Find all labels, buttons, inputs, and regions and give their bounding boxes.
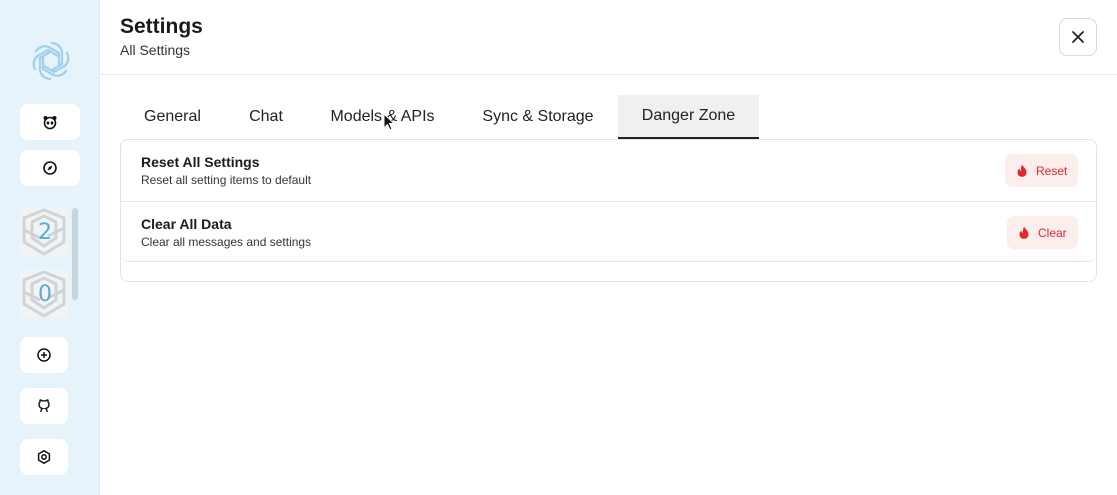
reset-button-label: Reset bbox=[1036, 163, 1068, 178]
fire-icon bbox=[1019, 226, 1029, 239]
reset-button[interactable]: Reset bbox=[1005, 154, 1079, 187]
sidebar-scrollbar[interactable] bbox=[72, 208, 78, 300]
list-item: Reset All Settings Reset all setting ite… bbox=[121, 140, 1096, 201]
page-title: Settings bbox=[120, 15, 203, 38]
chat-session-avatar[interactable]: 2 bbox=[20, 208, 68, 256]
danger-zone-panel: Reset All Settings Reset all setting ite… bbox=[120, 139, 1097, 282]
setting-title: Clear All Data bbox=[141, 216, 232, 232]
close-button[interactable] bbox=[1059, 18, 1097, 56]
github-button[interactable] bbox=[20, 388, 68, 424]
setting-title: Reset All Settings bbox=[141, 154, 260, 170]
github-icon bbox=[38, 399, 50, 413]
tab-chat[interactable]: Chat bbox=[225, 95, 307, 139]
danger-zone-list: Reset All Settings Reset all setting ite… bbox=[121, 140, 1096, 262]
page-subtitle: All Settings bbox=[120, 42, 191, 58]
settings-header: Settings All Settings bbox=[100, 0, 1117, 75]
setting-description: Reset all setting items to default bbox=[141, 173, 312, 187]
session-count: 2 bbox=[38, 220, 52, 245]
session-count: 0 bbox=[38, 282, 52, 307]
close-icon bbox=[1072, 31, 1084, 43]
setting-description: Clear all messages and settings bbox=[141, 235, 312, 249]
settings-tabs: General Chat Models & APIs Sync & Storag… bbox=[120, 95, 1097, 139]
openai-logo-icon bbox=[32, 41, 70, 81]
settings-button[interactable] bbox=[20, 439, 68, 475]
mouse-cursor-icon bbox=[383, 113, 395, 131]
discover-assistant-button[interactable] bbox=[20, 104, 80, 140]
compass-icon bbox=[43, 161, 57, 175]
sidebar: 2 0 bbox=[0, 0, 100, 495]
fire-icon bbox=[1017, 164, 1027, 177]
settings-icon bbox=[37, 449, 51, 465]
panda-icon bbox=[43, 116, 57, 130]
clear-button-label: Clear bbox=[1038, 225, 1067, 240]
new-chat-button[interactable] bbox=[20, 337, 68, 373]
tab-general[interactable]: General bbox=[120, 95, 225, 139]
add-circle-icon bbox=[37, 348, 51, 362]
list-item: Clear All Data Clear all messages and se… bbox=[121, 201, 1096, 262]
clear-button[interactable]: Clear bbox=[1007, 216, 1078, 249]
discover-button[interactable] bbox=[20, 150, 80, 186]
chat-session-avatar[interactable]: 0 bbox=[20, 270, 68, 318]
tab-danger-zone[interactable]: Danger Zone bbox=[618, 95, 759, 139]
tab-sync-storage[interactable]: Sync & Storage bbox=[458, 95, 618, 139]
